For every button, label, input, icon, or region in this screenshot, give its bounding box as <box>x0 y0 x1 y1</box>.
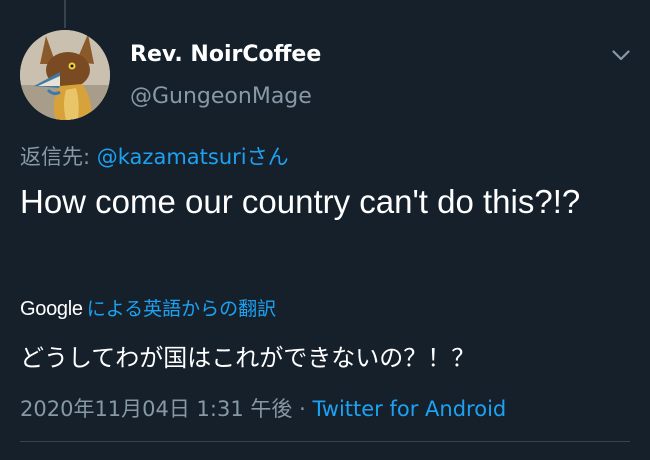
reply-to-line: 返信先: @kazamatsuriさん <box>20 141 289 171</box>
avatar[interactable] <box>20 30 110 120</box>
author-display-name[interactable]: Rev. NoirCoffee <box>130 42 321 67</box>
reply-to-mention-handle[interactable]: @kazamatsuri <box>97 145 247 169</box>
reply-to-mention-honorific[interactable]: さん <box>247 145 289 169</box>
translation-label-link[interactable]: による英語からの翻訳 <box>87 294 276 321</box>
fox-mascot-avatar-icon <box>20 30 110 120</box>
chevron-down-icon <box>612 49 630 60</box>
tweet-text: How come our country can't do this?!? <box>20 183 581 220</box>
tweet-timestamp[interactable]: 2020年11月04日 1:31 午後 <box>20 397 292 421</box>
google-logo: Google <box>20 298 83 320</box>
thread-connector-line <box>64 0 66 28</box>
reply-to-prefix: 返信先: <box>20 145 97 169</box>
reply-to-mention[interactable]: @kazamatsuriさん <box>97 145 289 169</box>
translation-attribution: Google による英語からの翻訳 <box>20 294 276 321</box>
translated-text: どうしてわが国はこれができないの？！？ <box>20 344 476 372</box>
divider <box>20 441 630 442</box>
tweet-metadata: 2020年11月04日 1:31 午後 · Twitter for Androi… <box>20 393 506 423</box>
author-handle[interactable]: @GungeonMage <box>130 84 312 109</box>
meta-separator: · <box>292 397 313 421</box>
tweet-source-link[interactable]: Twitter for Android <box>312 397 506 421</box>
tweet-menu-button[interactable] <box>606 42 636 68</box>
